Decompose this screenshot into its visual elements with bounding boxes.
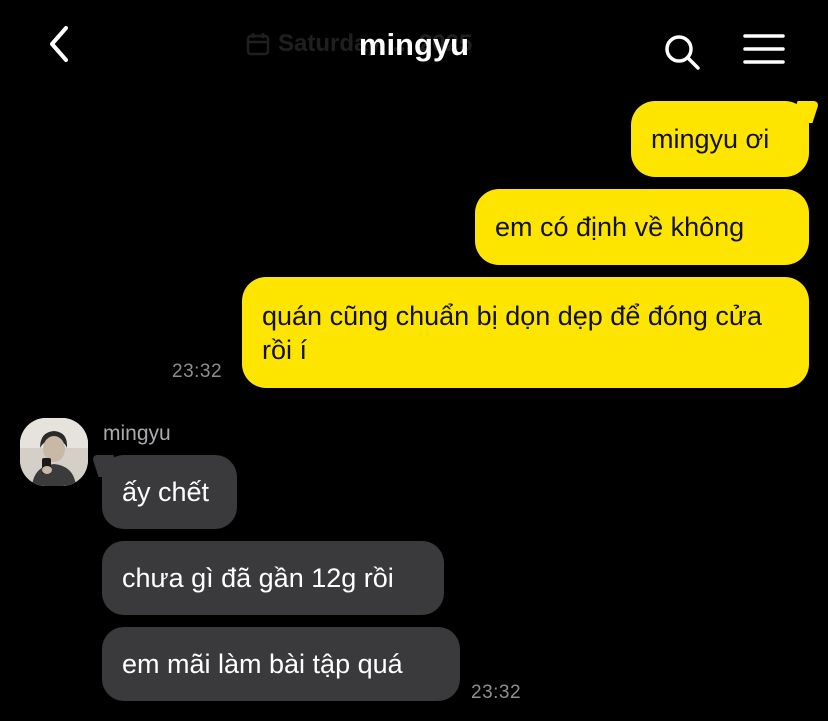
message-text: em mãi làm bài tập quá — [122, 649, 403, 679]
profile-photo — [20, 418, 88, 486]
outgoing-message[interactable]: em có định về không — [475, 189, 809, 265]
message-timestamp: 23:32 — [471, 682, 522, 703]
incoming-message[interactable]: chưa gì đã gần 12g rồi — [102, 541, 444, 615]
incoming-message[interactable]: ấy chết — [102, 455, 237, 529]
outgoing-message[interactable]: mingyu ơi — [631, 101, 809, 177]
sender-name: mingyu — [103, 422, 171, 445]
search-icon — [665, 35, 700, 70]
message-timestamp: 23:32 — [172, 361, 223, 382]
message-text: em có định về không — [495, 212, 745, 242]
menu-button[interactable] — [740, 28, 788, 72]
outgoing-message[interactable]: quán cũng chuẩn bị dọn dẹp để đóng cửa r… — [242, 277, 809, 388]
message-text: chưa gì đã gần 12g rồi — [122, 563, 394, 593]
avatar[interactable] — [20, 418, 88, 486]
message-text: ấy chết — [122, 477, 210, 507]
message-text: quán cũng chuẩn bị dọn dẹp để đóng cửa r… — [262, 300, 762, 365]
chat-header: Saturday, ... 2025 mingyu — [0, 0, 828, 90]
search-button[interactable] — [660, 30, 704, 74]
message-text: mingyu ơi — [651, 124, 770, 154]
incoming-message[interactable]: em mãi làm bài tập quá — [102, 627, 460, 701]
hamburger-menu-icon — [743, 34, 785, 64]
